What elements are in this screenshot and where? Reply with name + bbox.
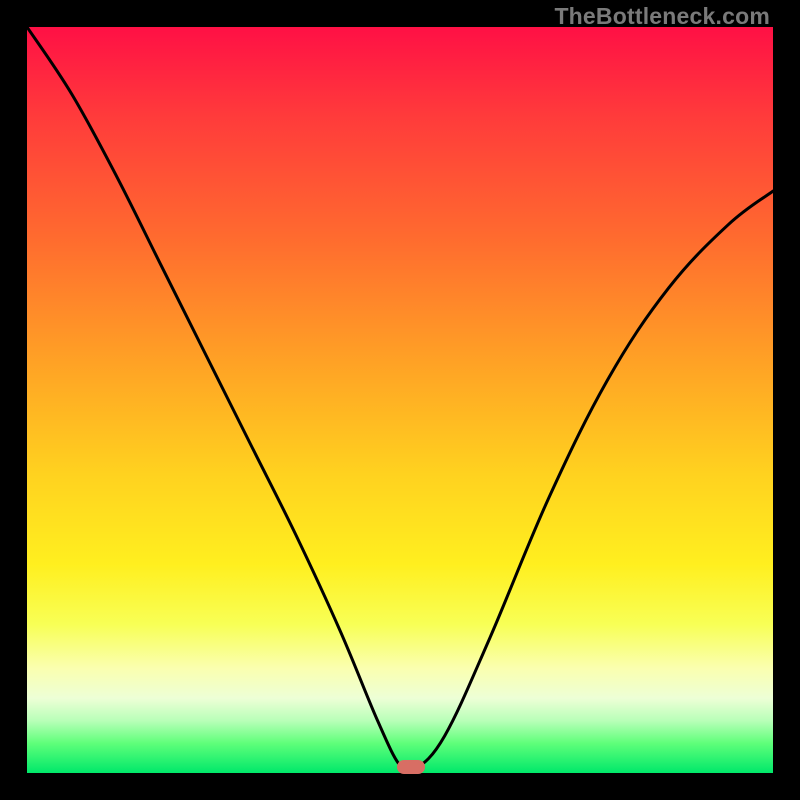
optimum-marker — [397, 760, 425, 774]
chart-frame: TheBottleneck.com — [0, 0, 800, 800]
watermark-text: TheBottleneck.com — [554, 3, 770, 30]
plot-area — [27, 27, 773, 773]
bottleneck-curve — [27, 27, 773, 773]
